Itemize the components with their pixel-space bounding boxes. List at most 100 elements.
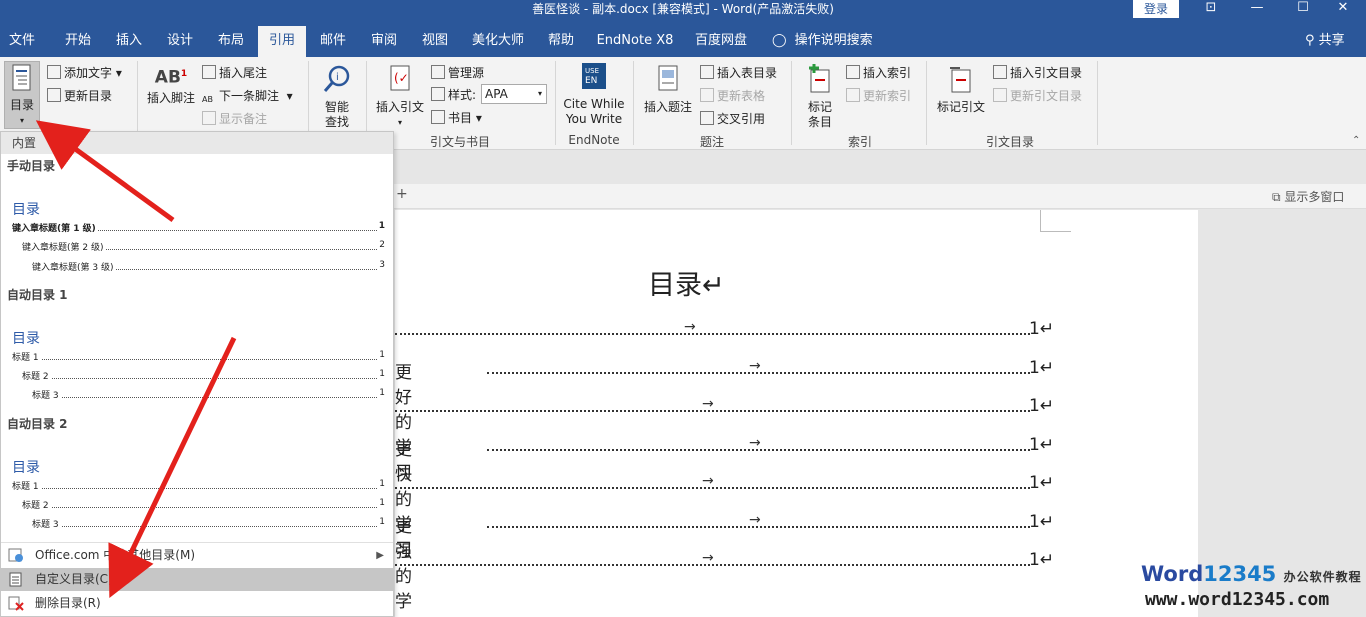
toc-preview-label: 标题 1 [12, 350, 41, 363]
next-footnote-button[interactable]: AB 下一条脚注 ▾ [202, 87, 293, 109]
tab-design[interactable]: 设计 [156, 26, 204, 57]
lightbulb-icon: ◯ [772, 33, 787, 48]
toc-preview-label: 标题 3 [32, 517, 61, 530]
insert-citation-button[interactable]: (✓ 插入引文 ▾ [372, 64, 428, 130]
close-button[interactable]: ✕ [1320, 0, 1366, 18]
mark-citation-label: 标记引文 [936, 100, 985, 114]
tab-arrow: → [702, 473, 714, 489]
update-toc-button[interactable]: 更新目录 [47, 87, 112, 104]
update-index-button[interactable]: 更新索引 [846, 87, 911, 104]
menu-separator [1, 542, 393, 543]
gallery-header: 内置 [1, 132, 393, 154]
document-toc-title: 目录↵ [648, 270, 725, 301]
bibliography-button[interactable]: 书目 ▾ [431, 109, 482, 126]
dot-leader [395, 333, 1030, 335]
remove-toc-menu-item[interactable]: 删除目录(R) [1, 592, 393, 615]
style-value: APA [485, 87, 508, 101]
watermark-brand-b: 12345 [1203, 562, 1277, 586]
add-text-button[interactable]: 添加文字 ▾ [47, 64, 122, 81]
insert-endnote-button[interactable]: 插入尾注 [202, 64, 267, 81]
tab-layout[interactable]: 布局 [207, 26, 255, 57]
update-table-button[interactable]: 更新表格 [700, 87, 765, 104]
manage-sources-label: 管理源 [448, 66, 485, 80]
toc-preview-label: 标题 1 [12, 479, 41, 492]
tab-file[interactable]: 文件 [0, 26, 44, 57]
custom-toc-menu-item[interactable]: 自定义目录(C)... [1, 568, 393, 591]
update-index-label: 更新索引 [863, 89, 912, 103]
chevron-right-icon: ▶ [376, 550, 384, 561]
group-label-citations: 引文与书目 [429, 135, 490, 149]
toc-preview-label: 标题 2 [22, 498, 51, 511]
cite-while-you-write-button[interactable]: USE EN Cite While You Write [559, 63, 629, 127]
toc-preview-label: 键入章标题(第 2 级) [22, 240, 106, 253]
show-notes-button[interactable]: 显示备注 [202, 110, 267, 127]
ribbon-tabs: 文件 开始 插入 设计 布局 引用 邮件 审阅 视图 美化大师 帮助 EndNo… [0, 26, 1366, 57]
automatic-toc-1-option[interactable]: 目录 标题 1 1 标题 2 1 标题 3 1 [1, 306, 393, 406]
insert-footnote-button[interactable]: AB1 插入脚注 [145, 67, 197, 106]
dot-leader [12, 359, 383, 360]
tab-beautify[interactable]: 美化大师 [463, 26, 533, 57]
toc-button[interactable]: 目录 ▾ [4, 61, 40, 129]
gallery-section-title: 手动目录 [7, 159, 56, 173]
collapse-ribbon-icon[interactable]: ⌃ [1352, 135, 1360, 146]
more-toc-from-office-menu-item[interactable]: Office.com 中的其他目录(M) ▶ [1, 544, 393, 567]
insert-caption-button[interactable]: 插入题注 [639, 64, 697, 115]
insert-index-button[interactable]: 插入索引 [846, 64, 911, 81]
plus-icon[interactable]: + [396, 186, 408, 202]
next-footnote-icon: AB [202, 95, 213, 104]
tab-view[interactable]: 视图 [411, 26, 459, 57]
style-label: 样式: [448, 88, 477, 102]
group-separator [555, 61, 556, 145]
smart-lookup-button[interactable]: i 智能 查找 [316, 64, 358, 130]
toc-preview-number: 1 [377, 388, 385, 398]
toc-page-number: 1↵ [1029, 512, 1055, 532]
tab-endnote[interactable]: EndNote X8 [592, 26, 678, 57]
citation-style-select[interactable]: APA ▾ [481, 84, 547, 104]
insert-table-of-authorities-button[interactable]: 插入引文目录 [993, 64, 1082, 81]
document-page[interactable] [395, 210, 1198, 617]
update-table-of-authorities-button[interactable]: 更新引文目录 [993, 87, 1082, 104]
mark-citation-button[interactable]: 标记引文 [934, 64, 988, 115]
manual-toc-option[interactable]: 目录 键入章标题(第 1 级) 1 键入章标题(第 2 级) 2 键入章标题(第… [1, 177, 393, 277]
toc-label: 目录 [9, 98, 34, 112]
custom-toc-label: 自定义目录(C)... [35, 572, 125, 586]
cross-reference-button[interactable]: 交叉引用 [700, 110, 765, 127]
toc-preview-entry: 标题 2 1 [1, 498, 393, 512]
title-bar: 善医怪谈 - 副本.docx [兼容模式] - Word(产品激活失败) 登录 … [0, 0, 1366, 26]
toc-dropdown-menu: 内置 手动目录 目录 键入章标题(第 1 级) 1 键入章标题(第 2 级) 2… [0, 131, 394, 617]
cross-reference-icon [700, 111, 714, 125]
mark-entry-button[interactable]: 标记 条目 [799, 64, 841, 130]
toc-preview-number: 3 [377, 260, 385, 270]
toc-preview-entry: 键入章标题(第 3 级) 3 [1, 260, 393, 274]
show-multiple-windows-button[interactable]: ⧉ 显示多窗口 [1272, 188, 1344, 205]
toc-preview-entry: 标题 1 1 [1, 350, 393, 364]
tab-review[interactable]: 审阅 [360, 26, 408, 57]
office-globe-icon [8, 548, 23, 562]
insert-index-icon [846, 65, 860, 79]
tab-home[interactable]: 开始 [54, 26, 102, 57]
login-button[interactable]: 登录 [1133, 0, 1179, 18]
remove-toc-icon [8, 596, 24, 611]
gallery-section-title: 自动目录 1 [7, 288, 68, 302]
toc-preview-number: 1 [377, 369, 385, 379]
tab-baidu[interactable]: 百度网盘 [690, 26, 752, 57]
insert-toa-label: 插入引文目录 [1010, 66, 1083, 80]
share-button[interactable]: ⚲ 共享 [1305, 26, 1345, 57]
ribbon-display-options-icon[interactable]: ⊡ [1188, 0, 1234, 18]
toc-preview-entry: 键入章标题(第 1 级) 1 [1, 221, 393, 235]
toc-preview-number: 1 [377, 479, 385, 489]
tab-help[interactable]: 帮助 [538, 26, 584, 57]
minimize-button[interactable]: — [1234, 0, 1280, 18]
tab-references[interactable]: 引用 [258, 26, 306, 57]
automatic-toc-2-option[interactable]: 目录 标题 1 1 标题 2 1 标题 3 1 [1, 435, 393, 535]
insert-table-of-figures-button[interactable]: 插入表目录 [700, 64, 777, 81]
show-notes-icon [202, 111, 216, 125]
toc-preview-entry: 标题 3 1 [1, 517, 393, 531]
cite-while-label: Cite While [563, 97, 625, 111]
tab-insert[interactable]: 插入 [105, 26, 153, 57]
manage-sources-button[interactable]: 管理源 [431, 64, 484, 81]
toc-preview-label: 标题 2 [22, 369, 51, 382]
tell-me-search[interactable]: ◯ 操作说明搜索 [772, 26, 873, 57]
group-separator [926, 61, 927, 145]
tab-mailings[interactable]: 邮件 [309, 26, 357, 57]
